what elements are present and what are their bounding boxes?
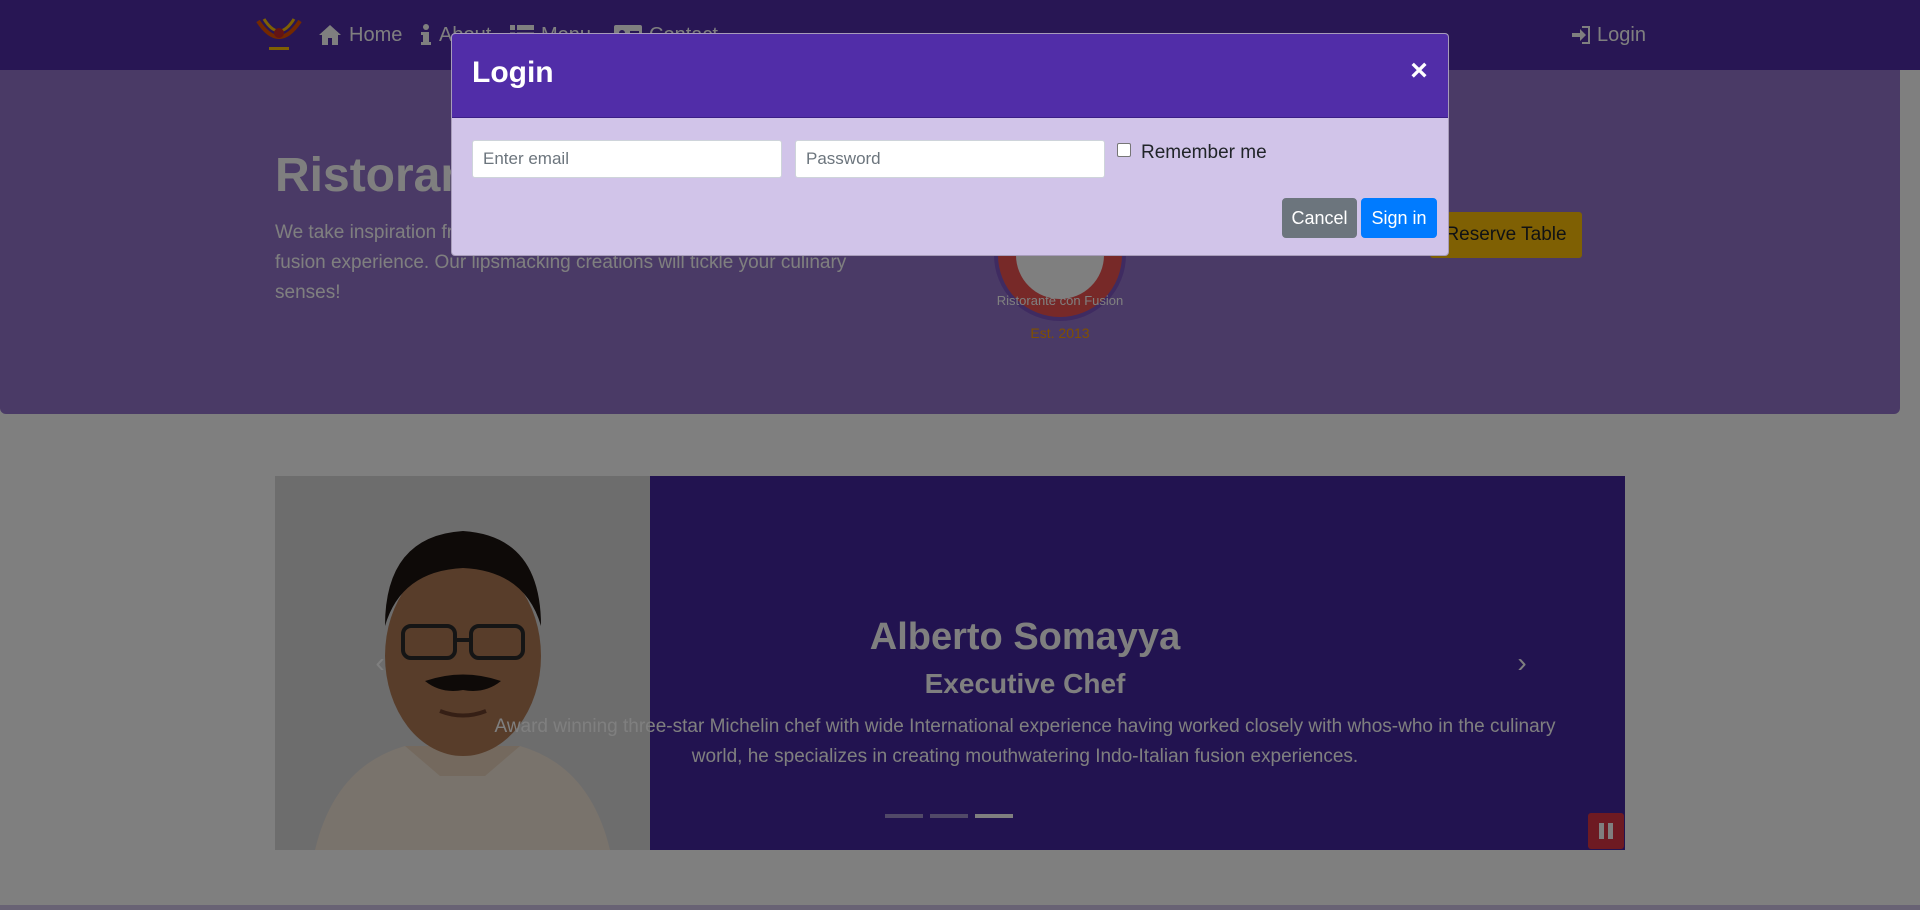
modal-header: Login × bbox=[452, 34, 1448, 118]
sign-in-button[interactable]: Sign in bbox=[1361, 198, 1437, 238]
close-icon[interactable]: × bbox=[1404, 56, 1434, 86]
checkbox-icon[interactable] bbox=[1117, 143, 1131, 157]
password-field[interactable] bbox=[795, 140, 1105, 178]
cancel-button[interactable]: Cancel bbox=[1282, 198, 1357, 238]
login-modal: Login × Remember me Cancel Sign in bbox=[451, 33, 1449, 256]
email-field[interactable] bbox=[472, 140, 782, 178]
remember-me-checkbox[interactable]: Remember me bbox=[1117, 142, 1267, 164]
modal-title: Login bbox=[472, 56, 554, 89]
remember-me-label: Remember me bbox=[1141, 142, 1267, 163]
